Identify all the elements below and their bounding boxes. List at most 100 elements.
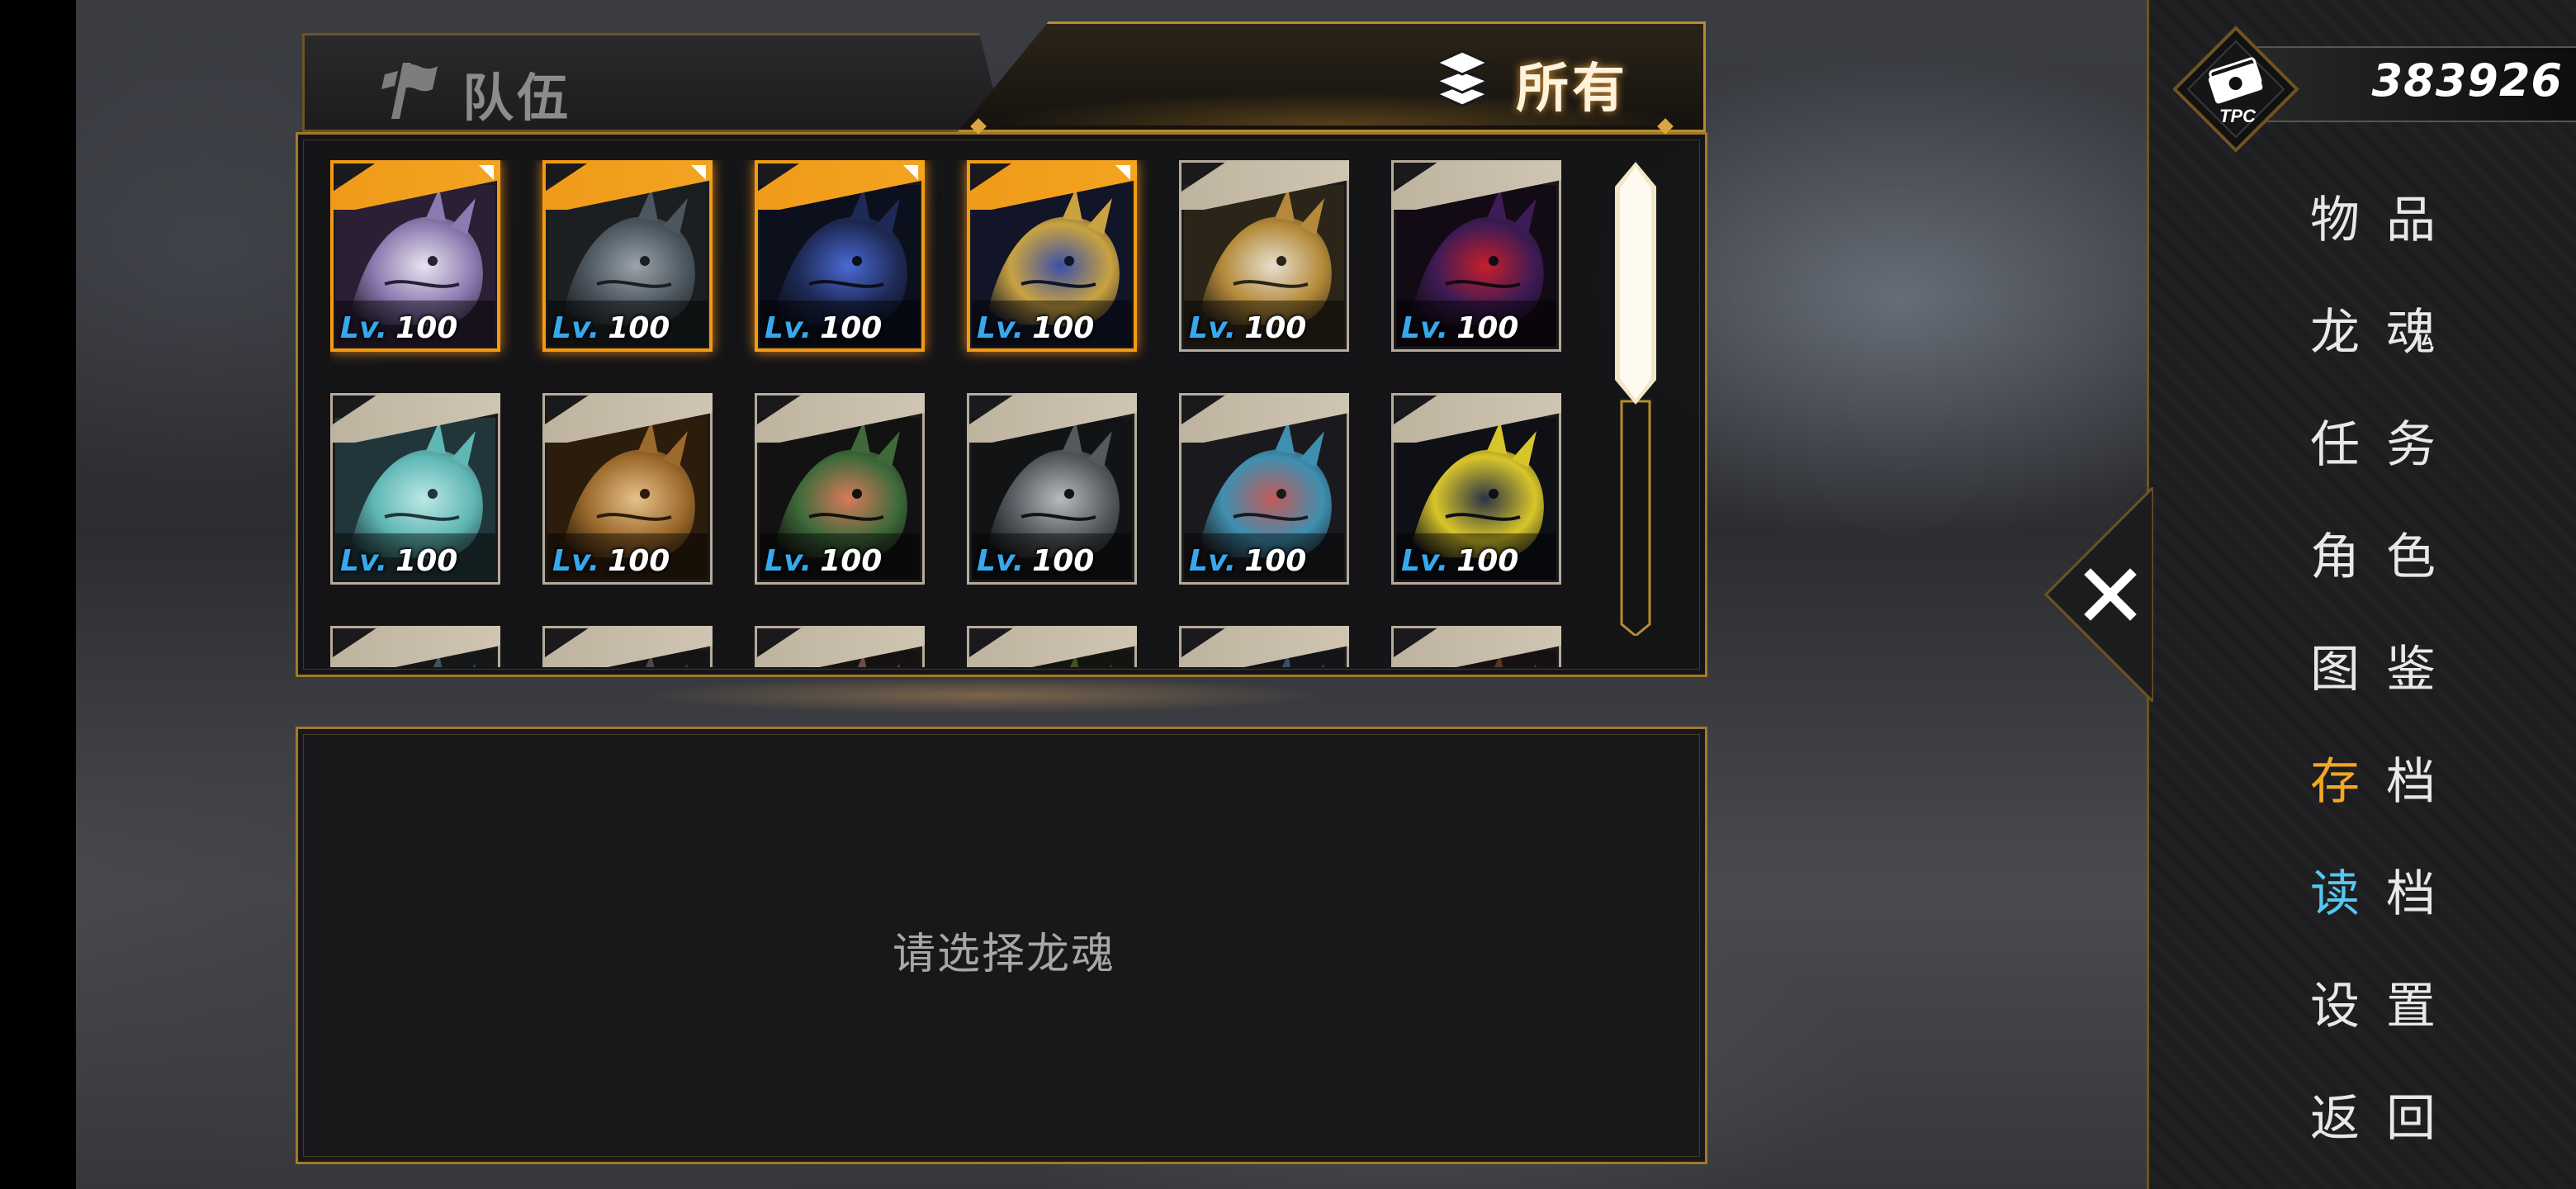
menu-item-label: 物品: [2310, 180, 2462, 252]
level-value: 100: [1244, 544, 1307, 578]
level-value: 100: [608, 544, 670, 578]
dragon-soul-card[interactable]: [1179, 626, 1349, 667]
level-value: 100: [1456, 311, 1519, 345]
menu-item-settings[interactable]: 设置: [2304, 950, 2551, 1040]
menu-label-first-char: 龙: [2310, 304, 2386, 362]
menu-item-label: 任务: [2310, 405, 2462, 476]
menu-item-items[interactable]: 物品: [2304, 163, 2551, 254]
menu-label-first-char: 读: [2310, 865, 2386, 923]
card-level: Lv. 100: [977, 544, 1094, 578]
level-value: 100: [820, 311, 883, 345]
menu-label-second-char: 色: [2386, 528, 2462, 586]
level-prefix: Lv.: [1189, 544, 1237, 578]
dragon-soul-card[interactable]: Lv. 100: [1391, 393, 1561, 585]
card-level: Lv. 100: [552, 311, 670, 345]
level-prefix: Lv.: [977, 544, 1025, 578]
level-prefix: Lv.: [552, 544, 600, 578]
level-prefix: Lv.: [1401, 544, 1449, 578]
menu-item-quests[interactable]: 任务: [2304, 388, 2551, 479]
card-level: Lv. 100: [1401, 311, 1518, 345]
menu-label-second-char: 魂: [2386, 304, 2462, 362]
dragon-soul-card[interactable]: Lv. 100: [967, 393, 1137, 585]
dragon-soul-card[interactable]: Lv. 100: [755, 160, 925, 352]
card-level: Lv. 100: [765, 311, 882, 345]
level-prefix: Lv.: [340, 311, 388, 345]
svg-text:TPC: TPC: [2219, 106, 2256, 126]
level-value: 100: [395, 311, 458, 345]
menu-item-label: 设置: [2310, 966, 2462, 1038]
scrollbar-thumb: [1615, 162, 1656, 405]
dragon-soul-card[interactable]: [542, 626, 713, 667]
dragon-soul-card[interactable]: Lv. 100: [330, 160, 500, 352]
menu-item-load[interactable]: 读档: [2304, 837, 2551, 928]
card-level: Lv. 100: [1189, 311, 1306, 345]
card-level: Lv. 100: [977, 311, 1094, 345]
level-value: 100: [1244, 311, 1307, 345]
menu-label-first-char: 存: [2310, 753, 2386, 811]
card-level: Lv. 100: [552, 544, 670, 578]
menu-item-souls[interactable]: 龙魂: [2304, 276, 2551, 367]
dragon-soul-card[interactable]: Lv. 100: [542, 393, 713, 585]
menu-item-return[interactable]: 返回: [2304, 1062, 2551, 1153]
tpc-cash-icon: TPC: [2172, 26, 2299, 153]
level-value: 100: [608, 311, 670, 345]
panel-divider-glow: [644, 679, 1321, 720]
level-prefix: Lv.: [1401, 311, 1449, 345]
menu-item-label: 返回: [2310, 1078, 2462, 1150]
level-prefix: Lv.: [765, 544, 812, 578]
level-prefix: Lv.: [765, 311, 812, 345]
level-prefix: Lv.: [977, 311, 1025, 345]
level-prefix: Lv.: [340, 544, 388, 578]
dragon-soul-card[interactable]: Lv. 100: [1179, 160, 1349, 352]
screen-edge-bar: [0, 0, 76, 1189]
dragon-soul-card[interactable]: Lv. 100: [542, 160, 713, 352]
menu-item-chars[interactable]: 角色: [2304, 500, 2551, 591]
level-value: 100: [1032, 544, 1095, 578]
scrollbar[interactable]: [1615, 162, 1656, 637]
card-level: Lv. 100: [1189, 544, 1306, 578]
menu-label-second-char: 鉴: [2386, 641, 2462, 699]
menu-item-codex[interactable]: 图鉴: [2304, 613, 2551, 703]
level-value: 100: [1456, 544, 1519, 578]
close-menu-button[interactable]: [2077, 561, 2143, 628]
menu-label-second-char: 务: [2386, 416, 2462, 474]
menu-label-second-char: 回: [2386, 1090, 2462, 1148]
dragon-soul-card[interactable]: [1391, 626, 1561, 667]
card-level: Lv. 100: [340, 311, 457, 345]
level-prefix: Lv.: [552, 311, 600, 345]
level-prefix: Lv.: [1189, 311, 1237, 345]
dragon-soul-detail-panel: 请选择龙魂: [296, 727, 1707, 1164]
dragon-soul-card[interactable]: Lv. 100: [1179, 393, 1349, 585]
menu-item-label: 读档: [2310, 854, 2462, 926]
menu-label-second-char: 档: [2386, 865, 2462, 923]
dragon-soul-card[interactable]: [967, 626, 1137, 667]
dragon-soul-card[interactable]: [755, 626, 925, 667]
card-level: Lv. 100: [1401, 544, 1518, 578]
menu-label-first-char: 返: [2310, 1090, 2386, 1148]
menu-item-save[interactable]: 存档: [2304, 725, 2551, 816]
menu-label-second-char: 置: [2386, 978, 2462, 1035]
selected-marker: [1115, 165, 1130, 180]
dragon-soul-card[interactable]: Lv. 100: [330, 393, 500, 585]
dragon-soul-grid: Lv. 100 Lv. 100 Lv. 100 Lv. 100 Lv. 100 Lv. 100 Lv. 1…: [330, 160, 1569, 667]
menu-label-second-char: 档: [2386, 753, 2462, 811]
tab-all-label[interactable]: 所有: [1516, 46, 1628, 122]
selected-marker: [903, 165, 918, 180]
dragon-soul-card[interactable]: Lv. 100: [755, 393, 925, 585]
card-level: Lv. 100: [765, 544, 882, 578]
menu-label-first-char: 角: [2310, 528, 2386, 586]
menu-item-label: 存档: [2310, 741, 2462, 813]
dragon-soul-card[interactable]: Lv. 100: [1391, 160, 1561, 352]
menu-item-label: 图鉴: [2310, 629, 2462, 701]
menu-label-first-char: 物: [2310, 192, 2386, 249]
menu-label-first-char: 图: [2310, 641, 2386, 699]
level-value: 100: [1032, 311, 1095, 345]
select-dragon-soul-hint: 请选择龙魂: [892, 930, 1115, 979]
card-level: Lv. 100: [340, 544, 457, 578]
close-icon: [2084, 568, 2137, 621]
dragon-soul-card[interactable]: [330, 626, 500, 667]
flag-icon: [381, 63, 438, 119]
dragon-soul-card[interactable]: Lv. 100: [967, 160, 1137, 352]
tab-team-label[interactable]: 队伍: [462, 56, 571, 130]
menu-label-second-char: 品: [2386, 192, 2462, 249]
